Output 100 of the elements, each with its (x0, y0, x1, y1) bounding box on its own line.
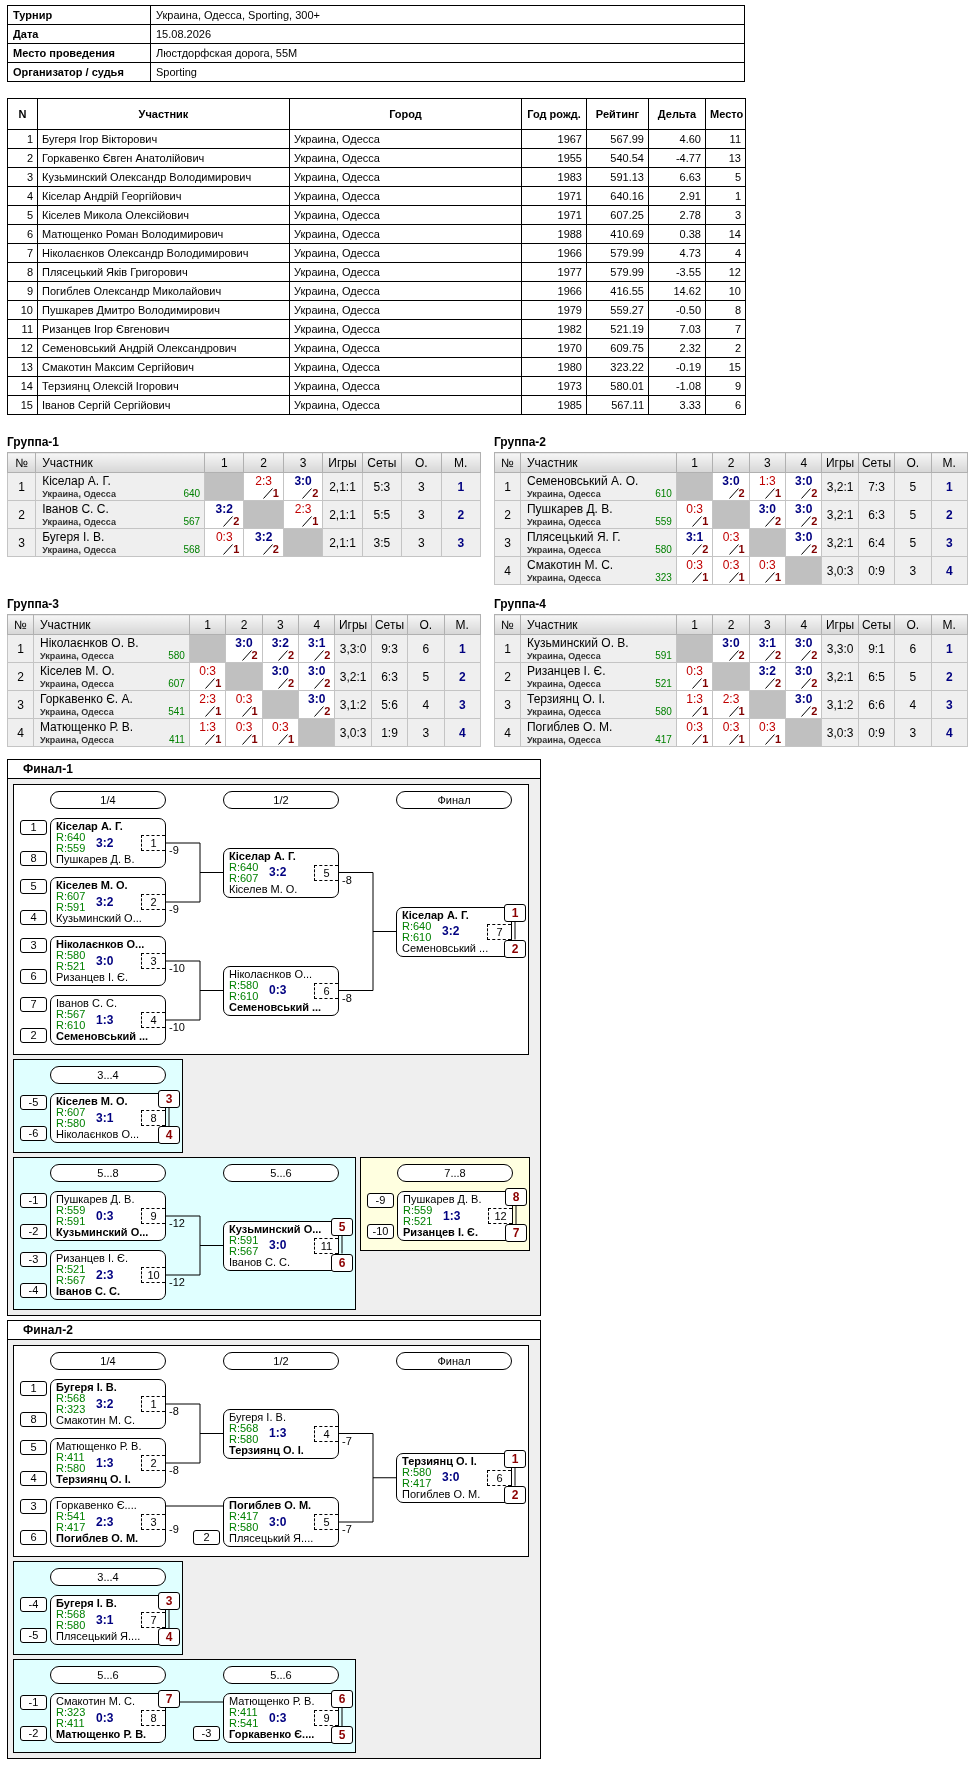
points-value: 1 (738, 544, 745, 555)
table-cell: 609.75 (586, 338, 649, 358)
table-cell: Ризанцев Ігор Євгенович (37, 319, 290, 339)
column-header: М. (931, 614, 968, 635)
table-cell: 5 (705, 167, 746, 187)
table-cell: 2 (7, 500, 36, 529)
match-number: 8 (141, 1710, 165, 1726)
table-cell: 5 (7, 205, 38, 225)
column-header: О. (894, 614, 932, 635)
player-rating: R:411 (229, 1707, 258, 1718)
match-score: 0:3 (686, 502, 703, 516)
table-cell: Украина, Одесса (289, 300, 522, 320)
match-score: 3:2 (442, 926, 461, 937)
column-header: Игры (322, 452, 363, 473)
column-header: Место (705, 98, 746, 130)
points-value: 2 (811, 706, 818, 717)
match-score: 3:2 (96, 837, 115, 849)
table-cell: 1970 (521, 338, 587, 358)
column-header: Город (289, 98, 522, 130)
match-score: 0:3 (235, 720, 253, 734)
column-header: № (494, 614, 521, 635)
table-cell: 7 (7, 243, 38, 263)
player-rating: R:580 (229, 979, 260, 991)
points-value: 2 (287, 678, 295, 689)
match-score: 3:0 (722, 636, 740, 650)
table-cell: 567.99 (586, 129, 649, 149)
table-cell: 12 (705, 262, 746, 282)
column-header: 1 (676, 614, 713, 635)
group-title: Группа-3 (7, 597, 61, 611)
player-rating: 411 (168, 733, 185, 746)
points-value: 1 (312, 516, 319, 527)
loser-destination: -10 (169, 1021, 185, 1033)
table-cell: 1967 (521, 129, 587, 149)
table-cell: 1 (705, 186, 746, 206)
column-header: № (494, 452, 521, 473)
player-name: Семеновський ... (402, 942, 490, 954)
match-number: 5 (314, 864, 338, 881)
match-number: 8 (141, 1110, 165, 1126)
player-name: Кіселар А. Г. (42, 473, 111, 488)
player-rating: 580 (168, 649, 185, 662)
player-rating: R:580 (56, 1463, 87, 1474)
seed-label: -10 (367, 1224, 394, 1239)
player-name: Терзиянц О. І. (229, 1444, 305, 1456)
table-cell: -4.77 (648, 148, 706, 168)
match-number: 5 (314, 1514, 338, 1530)
match-number: 9 (141, 1208, 165, 1224)
section-title: Финал-1 (8, 760, 540, 779)
table-cell: 579.99 (586, 262, 649, 282)
seed-label: -4 (20, 1597, 47, 1612)
match-score: 3:0 (269, 1516, 288, 1528)
player-name: Матющенко Р. В. (40, 719, 134, 734)
player-name: Смакотин М. С. (56, 1696, 137, 1707)
field-label: Организатор / судья (7, 62, 151, 82)
table-cell: 10 (7, 300, 38, 320)
points-value: 2 (251, 650, 258, 661)
table-cell: Украина, Одесса (289, 357, 522, 377)
player-rating: 559 (655, 515, 672, 528)
table-cell: Украина, Одесса (289, 148, 522, 168)
column-header: О. (894, 452, 932, 473)
group-title: Группа-2 (494, 435, 548, 449)
player-rating: R:541 (229, 1718, 260, 1729)
table-cell: 1980 (521, 357, 587, 377)
place-badge: 4 (158, 1126, 180, 1144)
match-score: 0:3 (269, 985, 288, 996)
group-title: Группа-4 (494, 597, 548, 611)
table-cell: 14.62 (648, 281, 706, 301)
player-rating: 417 (655, 733, 672, 746)
points-value: 1 (702, 572, 709, 583)
player-rating: R:568 (56, 1393, 86, 1404)
table-cell: Пушкарев Дмитро Володимирович (37, 300, 290, 320)
player-name: Ніколаєнков О. В. (40, 635, 139, 650)
place-badge: 4 (158, 1628, 180, 1646)
match-score: 2:3 (96, 1269, 115, 1281)
player-rating: R:580 (56, 950, 87, 961)
player-name: Кузьминский О... (56, 913, 143, 924)
player-name: Семеновський ... (56, 1031, 150, 1042)
column-header: 1 (676, 452, 713, 473)
column-header: 3 (749, 452, 786, 473)
player-name: Семеновський ... (229, 1001, 323, 1013)
field-value: Люстдорфская дорога, 55М (150, 43, 745, 63)
field-label: Место проведения (7, 43, 151, 63)
table-cell: -3.55 (648, 262, 706, 282)
table-cell: 3 (7, 690, 34, 719)
table-cell: 1966 (521, 243, 587, 263)
table-cell: 2.32 (648, 338, 706, 358)
round-header: 1/2 (223, 791, 339, 809)
match-score: 1:3 (686, 692, 703, 706)
player-name: Іванов С. С. (56, 1286, 122, 1297)
player-rating: R:591 (229, 1234, 259, 1246)
table-cell: Украина, Одесса (289, 262, 522, 282)
column-header: 4 (298, 614, 335, 635)
player-rating: 568 (183, 543, 201, 556)
table-cell: 410.69 (586, 224, 649, 244)
table-cell: 640.16 (586, 186, 649, 206)
column-header: Участник (37, 98, 290, 130)
player-name: Кіселар А. Г. (56, 821, 124, 832)
table-cell: Украина, Одесса (289, 395, 522, 415)
player-name: Ніколаєнков О... (56, 939, 146, 950)
round-header: 5...6 (223, 1164, 339, 1182)
player-name: Іванов С. С. (42, 501, 109, 516)
